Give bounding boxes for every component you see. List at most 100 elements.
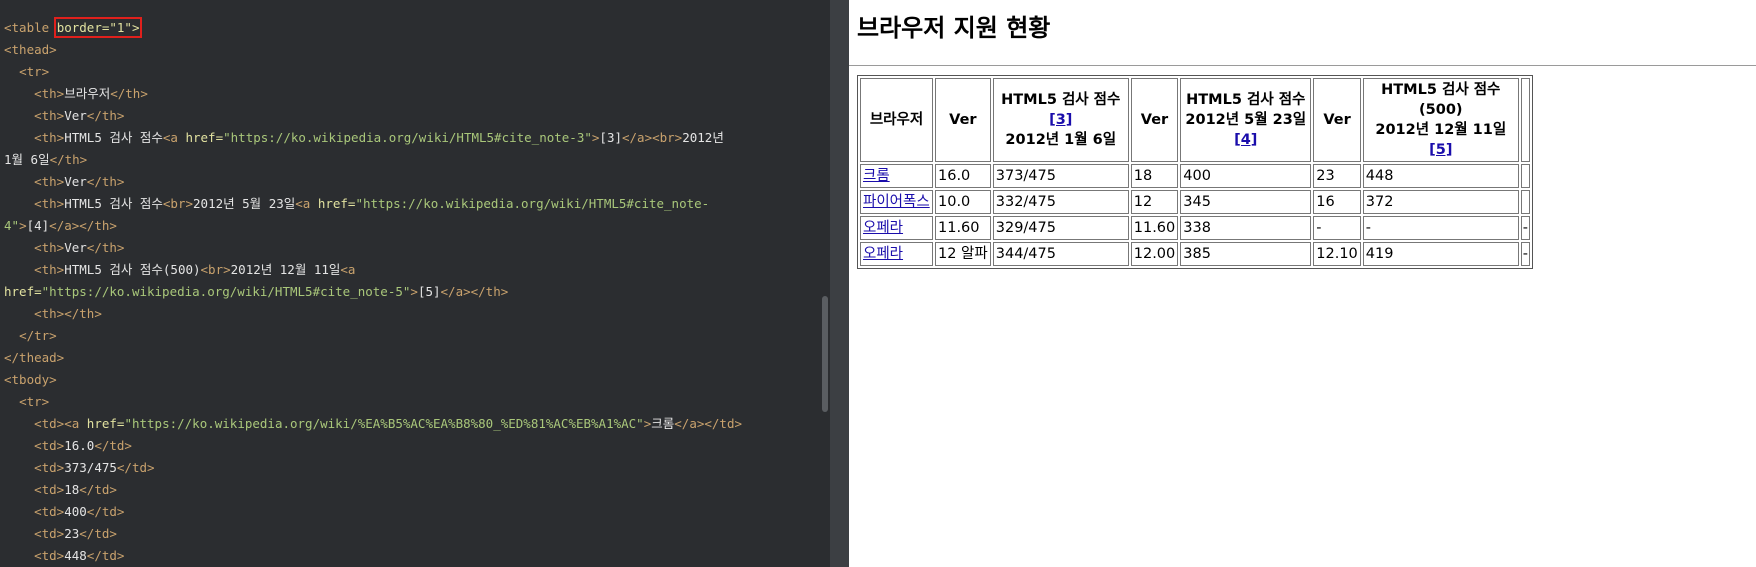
code-token: "https://ko.wikipedia.org/wiki/%EA%B5%AC…	[124, 416, 644, 431]
code-editor[interactable]: <table border="1"> <thead> <tr> <th>브라우저<…	[0, 0, 830, 567]
cite-link-3[interactable]: [3]	[1049, 112, 1072, 128]
code-token: <tbody>	[4, 372, 57, 387]
header-score-3: HTML5 검사 점수(500) 2012년 12월 11일 [5]	[1362, 78, 1519, 162]
code-line[interactable]: <td>16.0</td>	[4, 435, 804, 457]
table-row: 파이어폭스 10.0 332/475 12 345 16 372	[860, 190, 1531, 214]
code-line[interactable]: 4">[4]</a></th>	[4, 215, 804, 237]
code-token: href=	[317, 196, 356, 211]
code-token: <th>	[34, 196, 65, 211]
code-line[interactable]: <th>Ver</th>	[4, 171, 804, 193]
code-line[interactable]: <th>HTML5 검사 점수(500)<br>2012년 12월 11일<a	[4, 259, 804, 281]
code-token: 16.0	[64, 438, 95, 453]
code-line[interactable]: <th>Ver</th>	[4, 237, 804, 259]
cell-extra: -	[1520, 242, 1531, 266]
code-token: </thead>	[4, 350, 65, 365]
code-token: </th>	[86, 240, 125, 255]
cite-link-5[interactable]: [5]	[1429, 142, 1452, 158]
code-token: "https://ko.wikipedia.org/wiki/HTML5#cit…	[355, 196, 710, 211]
code-token: 400	[64, 504, 87, 519]
code-token: </td>	[116, 460, 155, 475]
header-browser: 브라우저	[860, 78, 933, 162]
pane-splitter[interactable]	[830, 0, 849, 567]
code-line[interactable]: <td>373/475</td>	[4, 457, 804, 479]
code-token: <a	[295, 196, 318, 211]
cell-ver-3: -	[1313, 216, 1361, 240]
code-token: <td>	[34, 482, 65, 497]
code-token: <th>	[34, 240, 65, 255]
code-token: [4]	[26, 218, 50, 233]
editor-scrollbar-thumb[interactable]	[822, 296, 828, 412]
code-line[interactable]: <td><a href="https://ko.wikipedia.org/wi…	[4, 413, 804, 435]
cell-ver-1: 10.0	[935, 190, 991, 214]
code-token: HTML5 검사 점수	[64, 196, 163, 211]
cite-link-4[interactable]: [4]	[1234, 132, 1257, 148]
cell-score-3: 419	[1362, 242, 1519, 266]
code-line[interactable]: <td>448</td>	[4, 545, 804, 567]
code-token: Ver	[64, 240, 87, 255]
code-token: Ver	[64, 108, 87, 123]
cell-score-2: 338	[1180, 216, 1312, 240]
code-token: <th>	[34, 174, 65, 189]
code-line[interactable]: <thead>	[4, 39, 804, 61]
cell-score-3: -	[1362, 216, 1519, 240]
cell-ver-2: 12.00	[1130, 242, 1179, 266]
code-token: </td>	[94, 438, 132, 453]
cell-browser: 크롬	[860, 164, 933, 188]
browser-link[interactable]: 크롬	[863, 168, 890, 184]
cell-browser: 파이어폭스	[860, 190, 933, 214]
code-token: <a	[162, 130, 186, 145]
code-line[interactable]: href="https://ko.wikipedia.org/wiki/HTML…	[4, 281, 804, 303]
code-token: 브라우저	[64, 86, 111, 101]
cell-browser: 오페라	[860, 242, 933, 266]
browser-link[interactable]: 파이어폭스	[863, 194, 930, 210]
code-line[interactable]: <td>400</td>	[4, 501, 804, 523]
code-line[interactable]: <tr>	[4, 391, 804, 413]
code-token: 크롬	[651, 416, 675, 431]
code-line[interactable]: 1월 6일</th>	[4, 149, 804, 171]
code-token: <th>	[34, 262, 65, 277]
code-line[interactable]: <table border="1">	[4, 17, 804, 39]
code-line[interactable]: <th>HTML5 검사 점수<a href="https://ko.wikip…	[4, 127, 804, 149]
cell-extra	[1520, 164, 1531, 188]
code-token: [3]	[599, 130, 622, 145]
code-line[interactable]: <td>18</td>	[4, 479, 804, 501]
header-score-1: HTML5 검사 점수 [3] 2012년 1월 6일	[992, 78, 1129, 162]
code-token: <th>	[34, 130, 65, 145]
preview-pane: 브라우저 지원 현황 브라우저 Ver HTML5 검사 점수 [3] 2012년 …	[849, 0, 1756, 567]
code-token: 2012년 5월 23일	[193, 196, 296, 211]
code-lines[interactable]: <table border="1"> <thead> <tr> <th>브라우저<…	[4, 17, 804, 567]
code-line[interactable]: <th>Ver</th>	[4, 105, 804, 127]
browser-link[interactable]: 오페라	[863, 220, 903, 236]
cell-score-1: 332/475	[992, 190, 1129, 214]
editor-scrollbar-track[interactable]	[820, 0, 830, 567]
code-line[interactable]: </thead>	[4, 347, 804, 369]
cell-score-2: 385	[1180, 242, 1312, 266]
code-line[interactable]: <td>23</td>	[4, 523, 804, 545]
code-token: </td>	[79, 482, 117, 497]
code-line[interactable]: <tr>	[4, 61, 804, 83]
code-token: <thead>	[4, 42, 57, 57]
cell-browser: 오페라	[860, 216, 933, 240]
code-token: </a></th>	[440, 284, 509, 299]
header-score-2: HTML5 검사 점수 2012년 5월 23일 [4]	[1180, 78, 1312, 162]
cell-ver-1: 11.60	[935, 216, 991, 240]
code-line[interactable]: <th></th>	[4, 303, 804, 325]
page-title: 브라우저 지원 현황	[857, 14, 1051, 42]
code-line[interactable]: <tbody>	[4, 369, 804, 391]
browser-link[interactable]: 오페라	[863, 246, 903, 262]
header-score-2-label: HTML5 검사 점수	[1186, 92, 1306, 108]
code-line[interactable]: </tr>	[4, 325, 804, 347]
code-token: <tr>	[19, 394, 50, 409]
code-line[interactable]: <th>HTML5 검사 점수<br>2012년 5월 23일<a href="…	[4, 193, 804, 215]
code-line[interactable]: <th>브라우저</th>	[4, 83, 804, 105]
cell-score-2: 345	[1180, 190, 1312, 214]
cell-ver-3: 23	[1313, 164, 1361, 188]
header-score-1-label: HTML5 검사 점수	[1001, 92, 1121, 108]
